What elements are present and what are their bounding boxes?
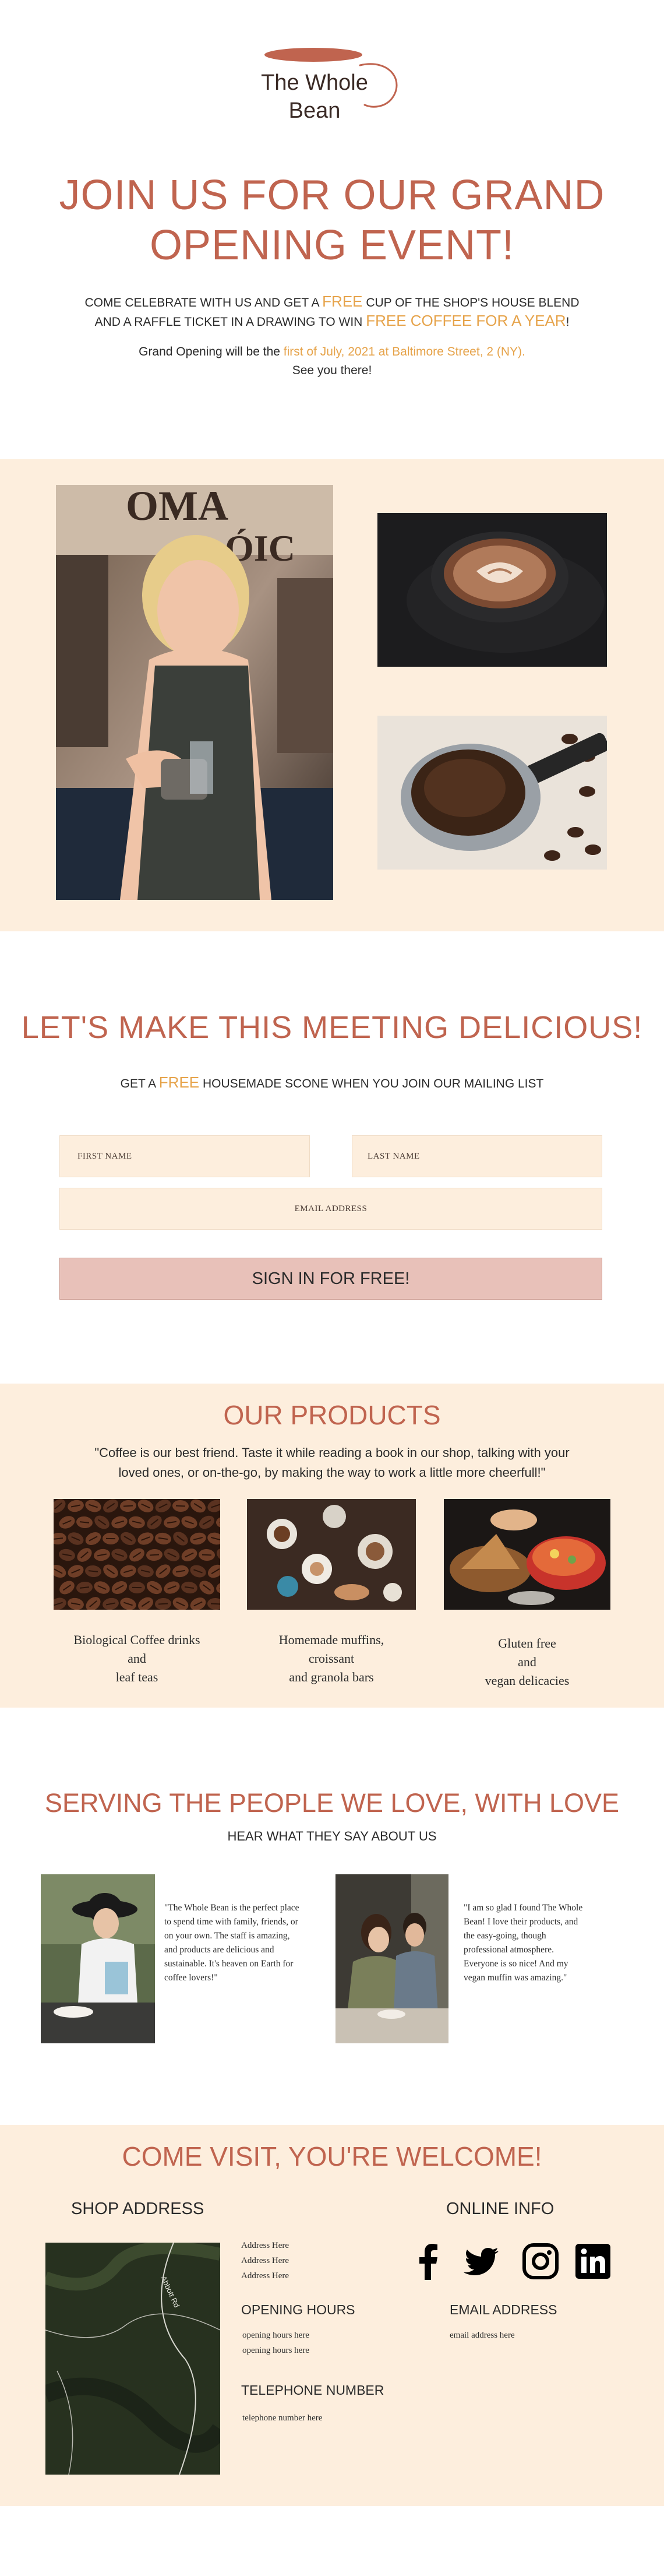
- latte-art-photo: [377, 513, 607, 667]
- free-highlight: FREE: [322, 293, 363, 310]
- shop-address-lines: Address Here Address Here Address Here: [241, 2241, 289, 2281]
- coffee-bean-crease: [158, 1603, 168, 1605]
- coffee-grounds-photo: [377, 716, 607, 870]
- testimonial-quote-2: "I am so glad I found The Whole Bean! I …: [464, 1903, 583, 1983]
- event-date-location: first of July, 2021 at Baltimore Street,…: [283, 345, 525, 358]
- hero-title: JOIN US FOR OUR GRAND OPENING EVENT!: [0, 170, 664, 270]
- hero-title-line-1: JOIN US FOR OUR GRAND: [59, 172, 605, 219]
- product-caption-coffee: Biological Coffee drinks and leaf teas: [73, 1632, 200, 1684]
- visit-title: COME VISIT, YOU'RE WELCOME!: [122, 2141, 542, 2172]
- testimonial-photo-1: [41, 1874, 155, 2043]
- product-caption-bakery: Homemade muffins, croissant and granola …: [278, 1632, 384, 1684]
- testimonial-quote-1: "The Whole Bean is the perfect place to …: [164, 1903, 299, 1983]
- see-you-there: See you there!: [292, 364, 372, 377]
- last-name-field[interactable]: LAST NAME: [352, 1135, 602, 1177]
- coffee-bean-crease: [202, 1554, 212, 1556]
- products-quote: "Coffee is our best friend. Taste it whi…: [94, 1445, 570, 1480]
- hero-announcement: COME CELEBRATE WITH US AND GET A FREE CU…: [0, 293, 664, 331]
- testimonials-subtitle: HEAR WHAT THEY SAY ABOUT US: [227, 1829, 437, 1843]
- svg-text:OMA: OMA: [126, 485, 228, 529]
- mailing-subtitle: GET A FREE HOUSEMADE SCONE WHEN YOU JOIN…: [120, 1074, 544, 1091]
- telephone-heading: TELEPHONE NUMBER: [241, 2383, 384, 2398]
- hero-date-info: Grand Opening will be the first of July,…: [0, 343, 664, 380]
- shop-address-heading: SHOP ADDRESS: [71, 2200, 204, 2218]
- prize-highlight: FREE COFFEE FOR A YEAR: [366, 312, 566, 329]
- hero-announcement-line-2: AND A RAFFLE TICKET IN A DRAWING TO WIN …: [94, 312, 570, 329]
- facebook-icon[interactable]: [410, 2243, 447, 2280]
- logo-swoosh-icon: [359, 63, 398, 108]
- testimonial-photo-2: [335, 1874, 448, 2043]
- instagram-icon[interactable]: [522, 2243, 559, 2280]
- coffee-bean-crease: [149, 1554, 160, 1556]
- products-title: OUR PRODUCTS: [223, 1400, 441, 1430]
- opening-hours-heading: OPENING HOURS: [241, 2302, 355, 2317]
- hero-announcement-line-1: COME CELEBRATE WITH US AND GET A FREE CU…: [84, 293, 580, 310]
- linkedin-icon[interactable]: [574, 2243, 612, 2280]
- testimonials-title: SERVING THE PEOPLE WE LOVE, WITH LOVE: [44, 1788, 620, 1818]
- twitter-icon[interactable]: [462, 2243, 500, 2280]
- telephone-number[interactable]: telephone number here: [242, 2410, 322, 2426]
- vegan-delicacies-photo: [444, 1499, 610, 1610]
- email-heading: EMAIL ADDRESS: [450, 2302, 557, 2317]
- barista-photo: OMA ÓIC: [56, 485, 333, 900]
- first-name-field[interactable]: FIRST NAME: [59, 1135, 310, 1177]
- mailing-title: LET'S MAKE THIS MEETING DELICIOUS!: [21, 1010, 643, 1045]
- product-caption-gluten-free: Gluten free and vegan delicacies: [485, 1636, 570, 1688]
- free-highlight: FREE: [158, 1074, 200, 1091]
- coffee-bean-crease: [175, 1505, 186, 1507]
- opening-hours-lines: opening hours here opening hours here: [242, 2331, 309, 2355]
- location-map[interactable]: Abbott Rd: [45, 2243, 220, 2475]
- email-field[interactable]: EMAIL ADDRESS: [59, 1188, 602, 1230]
- coffee-bean-crease: [123, 1505, 133, 1507]
- cafe-table-photo: [247, 1499, 416, 1610]
- hero-title-line-2: OPENING EVENT!: [149, 222, 515, 269]
- logo-saucer-mark: [264, 48, 362, 62]
- coffee-beans-photo: [54, 1499, 220, 1610]
- online-info-heading: ONLINE INFO: [446, 2200, 554, 2218]
- sign-in-button[interactable]: SIGN IN FOR FREE!: [59, 1258, 602, 1300]
- email-address[interactable]: email address here: [450, 2328, 515, 2343]
